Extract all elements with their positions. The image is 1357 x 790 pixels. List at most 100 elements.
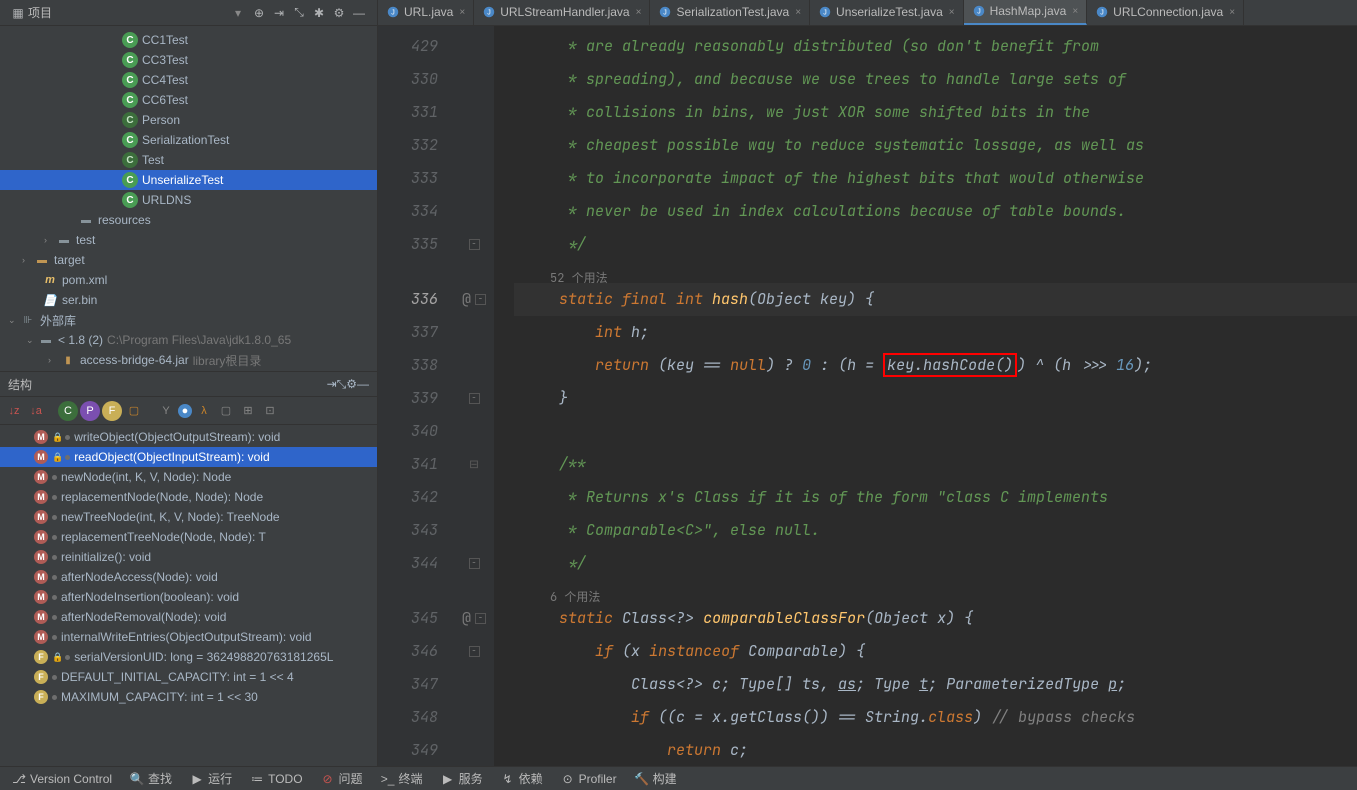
tree-item[interactable]: ›▬target bbox=[0, 250, 377, 270]
collapse-icon[interactable]: ⇥ bbox=[327, 377, 337, 391]
tool-window-button[interactable]: ↯依赖 bbox=[493, 768, 551, 790]
fold-icon[interactable]: − bbox=[469, 558, 480, 569]
tool-window-button[interactable]: ⊙Profiler bbox=[553, 768, 625, 790]
structure-item[interactable]: MnewNode(int, K, V, Node): Node bbox=[0, 467, 377, 487]
t5-icon[interactable]: ⊡ bbox=[260, 401, 280, 421]
structure-item[interactable]: FMAXIMUM_CAPACITY: int = 1 << 30 bbox=[0, 687, 377, 707]
tree-item[interactable]: mpom.xml bbox=[0, 270, 377, 290]
tool-window-button[interactable]: ▶运行 bbox=[182, 768, 240, 790]
tree-item[interactable]: CUnserializeTest bbox=[0, 170, 377, 190]
code-line[interactable]: Class<?> c; Type[] ts, as; Type t; Param… bbox=[514, 668, 1357, 701]
structure-item[interactable]: M🔒readObject(ObjectInputStream): void bbox=[0, 447, 377, 467]
gear-icon[interactable]: ⚙ bbox=[346, 377, 357, 391]
structure-item[interactable]: F🔒serialVersionUID: long = 3624988207631… bbox=[0, 647, 377, 667]
tool-window-button[interactable]: ≔TODO bbox=[242, 768, 310, 790]
code-line[interactable]: if (x instanceof Comparable) { bbox=[514, 635, 1357, 668]
structure-item[interactable]: MnewTreeNode(int, K, V, Node): TreeNode bbox=[0, 507, 377, 527]
tree-item[interactable]: CSerializationTest bbox=[0, 130, 377, 150]
editor-tab[interactable]: JURLConnection.java× bbox=[1087, 0, 1244, 25]
prop-filter-icon[interactable]: P bbox=[80, 401, 100, 421]
code-line[interactable]: int h; bbox=[514, 316, 1357, 349]
tree-item[interactable]: ▬resources bbox=[0, 210, 377, 230]
editor-tab[interactable]: JURL.java× bbox=[378, 0, 474, 25]
fold-icon[interactable]: − bbox=[475, 294, 486, 305]
tree-item[interactable]: ›▮access-bridge-64.jarlibrary根目录 bbox=[0, 350, 377, 370]
close-icon[interactable]: × bbox=[636, 7, 642, 18]
close-icon[interactable]: × bbox=[1072, 6, 1078, 17]
code-line[interactable]: * collisions in bins, we just XOR some s… bbox=[514, 96, 1357, 129]
editor-tab[interactable]: JUnserializeTest.java× bbox=[810, 0, 964, 25]
tree-item[interactable]: ⌄⊪外部库 bbox=[0, 310, 377, 330]
structure-item[interactable]: MafterNodeAccess(Node): void bbox=[0, 567, 377, 587]
code-line[interactable]: * spreading), and because we use trees t… bbox=[514, 63, 1357, 96]
code-line[interactable]: } bbox=[514, 382, 1357, 415]
tool-window-button[interactable]: >_终端 bbox=[373, 768, 431, 790]
close-icon[interactable]: × bbox=[949, 7, 955, 18]
editor-tab[interactable]: JHashMap.java× bbox=[964, 0, 1088, 25]
tool-window-button[interactable]: ⎇Version Control bbox=[4, 768, 120, 790]
code-line[interactable]: * Returns x's Class if it is of the form… bbox=[514, 481, 1357, 514]
editor-tab[interactable]: JSerializationTest.java× bbox=[650, 0, 810, 25]
class-filter-icon[interactable]: C bbox=[58, 401, 78, 421]
tree-item[interactable]: CCC1Test bbox=[0, 30, 377, 50]
code-line[interactable]: * are already reasonably distributed (so… bbox=[514, 30, 1357, 63]
close-icon[interactable]: × bbox=[459, 7, 465, 18]
dropdown-icon[interactable]: ▾ bbox=[235, 6, 241, 20]
code-editor[interactable]: 4293303313323333343353363373383393403413… bbox=[378, 26, 1357, 766]
code-line[interactable]: * cheapest possible way to reduce system… bbox=[514, 129, 1357, 162]
gear-icon[interactable]: ⚙ bbox=[329, 3, 349, 23]
code-line[interactable]: static final int hash(Object key) { bbox=[514, 283, 1357, 316]
code-line[interactable] bbox=[514, 415, 1357, 448]
code-line[interactable]: return (key == null) ? 0 : (h = key.hash… bbox=[514, 349, 1357, 382]
sort2-icon[interactable]: ↓a bbox=[26, 401, 46, 421]
field-filter-icon[interactable]: F bbox=[102, 401, 122, 421]
target-icon[interactable]: ⊕ bbox=[249, 3, 269, 23]
lambda-icon[interactable]: λ bbox=[194, 401, 214, 421]
code-line[interactable]: /** bbox=[514, 448, 1357, 481]
t4-icon[interactable]: ⊞ bbox=[238, 401, 258, 421]
code-line[interactable]: * to incorporate impact of the highest b… bbox=[514, 162, 1357, 195]
close-icon[interactable]: × bbox=[1229, 7, 1235, 18]
collapse-icon[interactable]: ⇥ bbox=[269, 3, 289, 23]
hide-icon[interactable]: — bbox=[357, 377, 369, 391]
code-line[interactable]: * Comparable<C>", else null. bbox=[514, 514, 1357, 547]
tree-item[interactable]: CCC3Test bbox=[0, 50, 377, 70]
tool-window-button[interactable]: 🔍查找 bbox=[122, 768, 180, 790]
tree-item[interactable]: CURLDNS bbox=[0, 190, 377, 210]
fold-icon[interactable]: − bbox=[469, 239, 480, 250]
settings-icon[interactable]: ✱ bbox=[309, 3, 329, 23]
structure-item[interactable]: Mreinitialize(): void bbox=[0, 547, 377, 567]
t2-icon[interactable]: ● bbox=[178, 404, 192, 418]
structure-item[interactable]: MinternalWriteEntries(ObjectOutputStream… bbox=[0, 627, 377, 647]
tree-item[interactable]: CTest bbox=[0, 150, 377, 170]
structure-item[interactable]: MreplacementNode(Node, Node): Node bbox=[0, 487, 377, 507]
hide-icon[interactable]: — bbox=[349, 3, 369, 23]
structure-item[interactable]: M🔒writeObject(ObjectOutputStream): void bbox=[0, 427, 377, 447]
code-line[interactable]: */ bbox=[514, 228, 1357, 261]
anon-icon[interactable]: ▢ bbox=[124, 401, 144, 421]
tree-item[interactable]: CCC4Test bbox=[0, 70, 377, 90]
fold-icon[interactable]: − bbox=[469, 646, 480, 657]
code-line[interactable]: return c; bbox=[514, 734, 1357, 766]
code-line[interactable]: static Class<?> comparableClassFor(Objec… bbox=[514, 602, 1357, 635]
structure-item[interactable]: FDEFAULT_INITIAL_CAPACITY: int = 1 << 4 bbox=[0, 667, 377, 687]
tree-item[interactable]: 📄ser.bin bbox=[0, 290, 377, 310]
tree-item[interactable]: ⌄▬< 1.8 (2)C:\Program Files\Java\jdk1.8.… bbox=[0, 330, 377, 350]
expand-icon[interactable]: ⤡ bbox=[289, 3, 309, 23]
code-line[interactable]: * never be used in index calculations be… bbox=[514, 195, 1357, 228]
fold-icon[interactable]: − bbox=[475, 613, 486, 624]
tool-window-button[interactable]: 🔨构建 bbox=[627, 768, 685, 790]
expand-icon[interactable]: ⤡ bbox=[337, 377, 347, 392]
structure-item[interactable]: MreplacementTreeNode(Node, Node): T bbox=[0, 527, 377, 547]
editor-tab[interactable]: JURLStreamHandler.java× bbox=[474, 0, 650, 25]
code-area[interactable]: * are already reasonably distributed (so… bbox=[494, 26, 1357, 766]
close-icon[interactable]: × bbox=[795, 7, 801, 18]
code-line[interactable]: if ((c = x.getClass()) == String.class) … bbox=[514, 701, 1357, 734]
fold-icon[interactable]: − bbox=[469, 393, 480, 404]
t3-icon[interactable]: ▢ bbox=[216, 401, 236, 421]
t1-icon[interactable]: Y bbox=[156, 401, 176, 421]
tool-window-button[interactable]: ▶服务 bbox=[433, 768, 491, 790]
sort-icon[interactable]: ↓z bbox=[4, 401, 24, 421]
tree-item[interactable]: CCC6Test bbox=[0, 90, 377, 110]
code-line[interactable]: */ bbox=[514, 547, 1357, 580]
